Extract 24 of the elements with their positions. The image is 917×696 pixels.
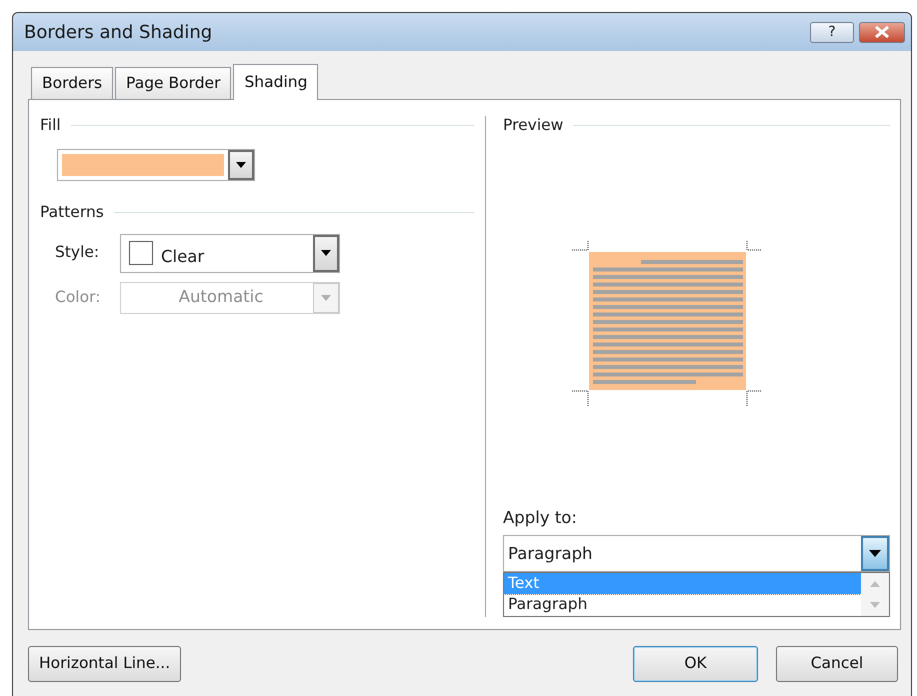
window-title: Borders and Shading [24,20,214,44]
caret-icon [321,294,331,300]
pattern-dropdown[interactable]: Clear [120,234,340,272]
dialog-button[interactable]: OK [633,646,758,682]
caret-icon [236,162,246,168]
group-heading: Preview [503,115,564,136]
caret-icon [869,550,881,557]
dropdown-option[interactable]: Paragraph [504,594,861,615]
help-button[interactable]: ? [810,22,854,42]
tab[interactable]: Borders [31,67,114,99]
dialog-button[interactable]: Cancel [776,646,898,682]
fill-color-dropdown[interactable] [57,149,255,182]
tab[interactable]: Page Border [115,67,232,99]
field-label: Color: [54,286,102,308]
dialog-button[interactable]: Horizontal Line... [28,646,182,682]
tab[interactable]: Shading [233,64,318,100]
apply-to-dropdown[interactable]: Paragraph [503,535,890,572]
close-icon [874,26,890,38]
group-heading: Fill [40,115,61,136]
field-label: Style: [54,242,100,264]
field-label: Apply to: [503,507,578,530]
group-heading: Patterns [40,202,104,224]
close-button[interactable] [859,22,905,42]
caret-icon [321,250,331,256]
